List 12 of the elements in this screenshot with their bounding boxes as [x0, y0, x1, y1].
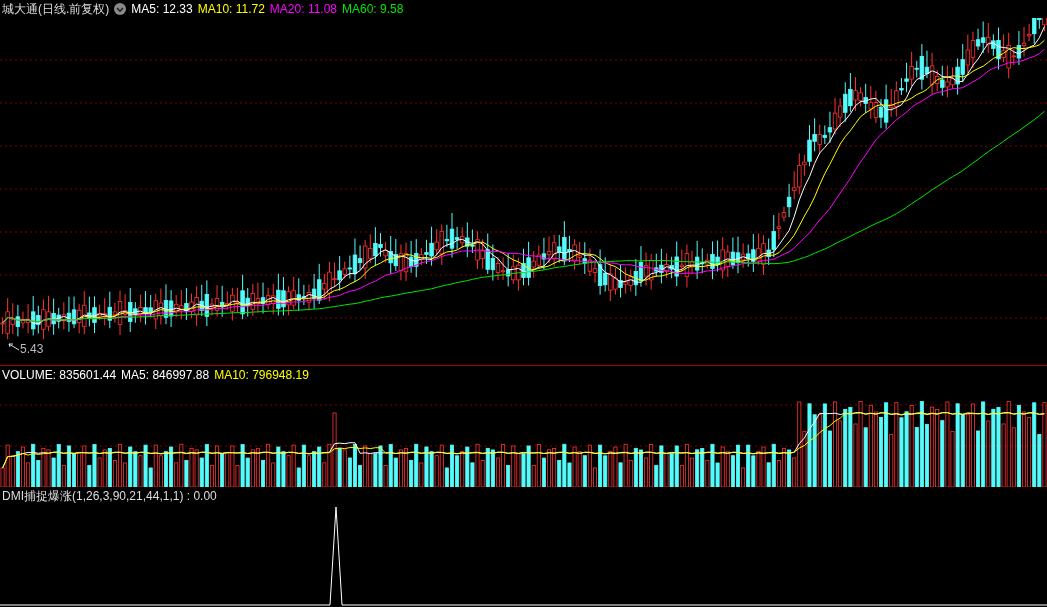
moving-average-value: MA10: 11.72 [197, 1, 265, 18]
low-price-label: 5.43 [20, 342, 44, 356]
arrow-icon [8, 343, 20, 351]
indicator-value: DMI捕捉爆涨(1,26,3,90,21,44,1,1) : 0.00 [2, 488, 217, 505]
stock-title: 城大通(日线.前复权) [2, 1, 110, 18]
moving-average-value: MA60: 9.58 [342, 1, 404, 18]
volume-value: MA10: 796948.19 [214, 367, 309, 384]
moving-average-value: MA20: 11.08 [269, 1, 337, 18]
dropdown-icon[interactable] [114, 3, 127, 15]
volume-value: VOLUME: 835601.44 [2, 367, 117, 384]
moving-average-value: MA5: 12.33 [131, 1, 193, 18]
volume-value: MA5: 846997.88 [121, 367, 210, 384]
